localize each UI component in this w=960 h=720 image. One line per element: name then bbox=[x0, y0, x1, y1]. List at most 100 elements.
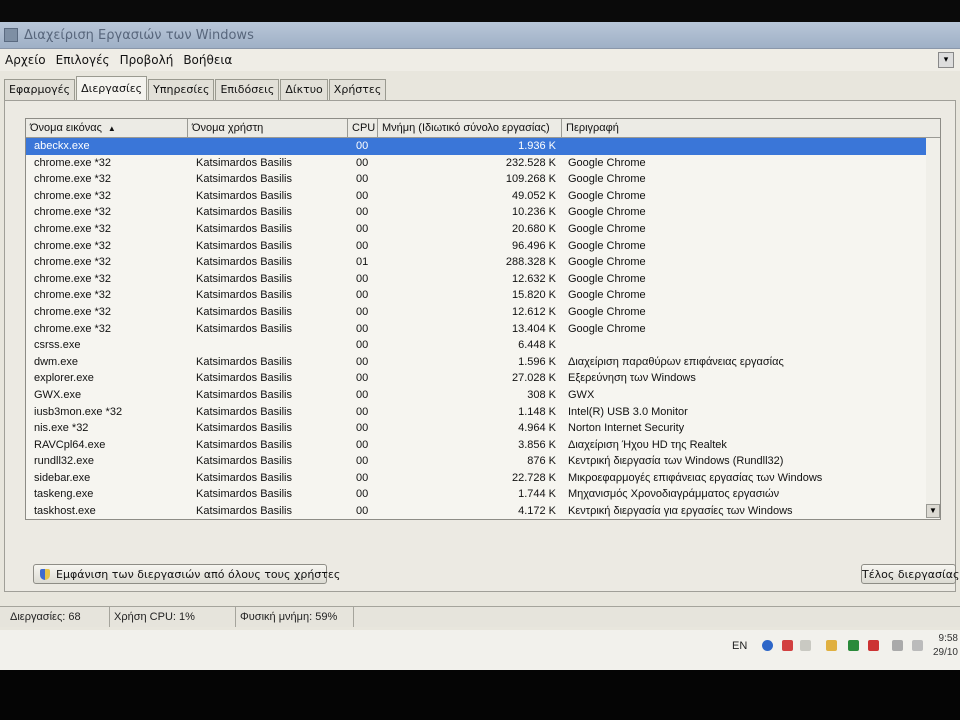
table-row[interactable]: dwm.exe Katsimardos Basilis 00 1.596 K Διαχε… bbox=[26, 354, 940, 371]
table-row[interactable]: chrome.exe *32 Katsimardos Basilis 00 232.5… bbox=[26, 155, 940, 172]
process-cpu: 00 bbox=[356, 189, 369, 202]
table-row[interactable]: chrome.exe *32 Katsimardos Basilis 00 10.23… bbox=[26, 204, 940, 221]
process-memory: 876 K bbox=[527, 455, 556, 468]
process-user: Katsimardos Basilis bbox=[196, 388, 292, 401]
process-description: Κεντρική διεργασία για εργασίες των Wind… bbox=[568, 505, 793, 518]
process-name: abeckx.exe bbox=[34, 140, 90, 152]
language-indicator[interactable]: EN bbox=[732, 640, 747, 652]
table-row[interactable]: chrome.exe *32 Katsimardos Basilis 00 15.82… bbox=[26, 287, 940, 304]
title-bar[interactable]: Διαχείριση Εργασιών των Windows bbox=[0, 22, 960, 49]
process-list[interactable]: Όνομα εικόνας ▲ Όνομα χρήστη CPU Μνήμη (Ι… bbox=[25, 118, 941, 520]
table-row[interactable]: chrome.exe *32 Katsimardos Basilis 00 20.68… bbox=[26, 221, 940, 238]
process-description: Διαχείριση Ήχου HD της Realtek bbox=[568, 438, 727, 451]
clock[interactable]: 9:58 29/10 bbox=[933, 632, 958, 660]
speaker-realtek-icon[interactable] bbox=[868, 640, 879, 651]
process-name: chrome.exe *32 bbox=[34, 289, 112, 302]
process-cpu: 00 bbox=[356, 355, 369, 368]
table-row[interactable]: chrome.exe *32 Katsimardos Basilis 00 12.61… bbox=[26, 304, 940, 321]
bezel bbox=[0, 670, 960, 720]
process-cpu: 00 bbox=[356, 471, 369, 484]
process-name: chrome.exe *32 bbox=[34, 239, 112, 252]
process-memory: 49.052 K bbox=[511, 189, 556, 202]
table-row[interactable]: GWX.exe Katsimardos Basilis 00 308 K GWX bbox=[26, 387, 940, 404]
process-description: GWX bbox=[568, 388, 595, 401]
menu-bar: Αρχείο Επιλογές Προβολή Βοήθεια bbox=[0, 49, 960, 71]
process-name: RAVCpl64.exe bbox=[34, 438, 106, 451]
process-user: Katsimardos Basilis bbox=[196, 455, 292, 468]
task-manager-icon bbox=[4, 28, 18, 42]
process-cpu: 00 bbox=[356, 206, 369, 219]
table-row[interactable]: sidebar.exe Katsimardos Basilis 00 22.728 K… bbox=[26, 470, 940, 487]
process-cpu: 00 bbox=[356, 405, 369, 418]
vertical-scrollbar[interactable]: ▼ bbox=[926, 138, 940, 518]
table-row[interactable]: nis.exe *32 Katsimardos Basilis 00 4.964 K N… bbox=[26, 420, 940, 437]
process-memory: 13.404 K bbox=[511, 322, 556, 335]
scroll-down-arrow-icon[interactable]: ▼ bbox=[926, 504, 940, 518]
menu-options[interactable]: Επιλογές bbox=[51, 53, 115, 67]
table-row[interactable]: csrss.exe 00 6.448 K bbox=[26, 337, 940, 354]
process-memory: 1.148 K bbox=[518, 405, 556, 418]
tab-services[interactable]: Υπηρεσίες bbox=[148, 79, 215, 100]
process-name: chrome.exe *32 bbox=[34, 206, 112, 219]
process-cpu: 00 bbox=[356, 322, 369, 335]
table-row[interactable]: explorer.exe Katsimardos Basilis 00 27.028 … bbox=[26, 370, 940, 387]
column-description[interactable]: Περιγραφή bbox=[562, 119, 940, 137]
tab-processes[interactable]: Διεργασίες bbox=[76, 76, 148, 101]
table-row[interactable]: chrome.exe *32 Katsimardos Basilis 00 49.05… bbox=[26, 188, 940, 205]
process-name: chrome.exe *32 bbox=[34, 189, 112, 202]
status-processes: Διεργασίες: 68 bbox=[6, 607, 110, 627]
table-row[interactable]: rundll32.exe Katsimardos Basilis 00 876 K Κε… bbox=[26, 453, 940, 470]
action-center-icon[interactable] bbox=[826, 640, 837, 651]
volume-icon[interactable] bbox=[912, 640, 923, 651]
process-memory: 1.596 K bbox=[518, 355, 556, 368]
process-description: Intel(R) USB 3.0 Monitor bbox=[568, 405, 688, 418]
table-row[interactable]: abeckx.exe 00 1.936 K bbox=[26, 138, 940, 155]
table-row[interactable]: chrome.exe *32 Katsimardos Basilis 00 96.49… bbox=[26, 238, 940, 255]
column-image-name[interactable]: Όνομα εικόνας ▲ bbox=[26, 119, 188, 137]
process-memory: 12.632 K bbox=[511, 272, 556, 285]
process-user: Katsimardos Basilis bbox=[196, 156, 292, 169]
process-user: Katsimardos Basilis bbox=[196, 305, 292, 318]
process-description: Google Chrome bbox=[568, 322, 646, 335]
end-process-button[interactable]: Τέλος διεργασίας bbox=[861, 564, 959, 584]
bluetooth-icon[interactable] bbox=[762, 640, 773, 651]
column-cpu[interactable]: CPU bbox=[348, 119, 378, 137]
column-memory[interactable]: Μνήμη (Ιδιωτικό σύνολο εργασίας) bbox=[378, 119, 562, 137]
tab-users[interactable]: Χρήστες bbox=[328, 79, 387, 100]
usb-icon[interactable] bbox=[800, 640, 811, 651]
table-row[interactable]: chrome.exe *32 Katsimardos Basilis 01 288.3… bbox=[26, 254, 940, 271]
menu-view[interactable]: Προβολή bbox=[115, 53, 179, 67]
process-cpu: 00 bbox=[356, 372, 369, 385]
tab-networking[interactable]: Δίκτυο bbox=[280, 79, 328, 100]
network-icon[interactable] bbox=[892, 640, 903, 651]
menu-help[interactable]: Βοήθεια bbox=[178, 53, 237, 67]
tab-performance[interactable]: Επιδόσεις bbox=[215, 79, 280, 100]
table-row[interactable]: chrome.exe *32 Katsimardos Basilis 00 13.40… bbox=[26, 321, 940, 338]
process-memory: 15.820 K bbox=[511, 289, 556, 302]
table-row[interactable]: iusb3mon.exe *32 Katsimardos Basilis 00 1.1… bbox=[26, 404, 940, 421]
process-cpu: 00 bbox=[356, 438, 369, 451]
table-row[interactable]: chrome.exe *32 Katsimardos Basilis 00 109.2… bbox=[26, 171, 940, 188]
show-all-users-button[interactable]: Εμφάνιση των διεργασιών από όλους τους χ… bbox=[33, 564, 340, 584]
norton-icon[interactable] bbox=[782, 640, 793, 651]
column-user-name[interactable]: Όνομα χρήστη bbox=[188, 119, 348, 137]
process-name: taskeng.exe bbox=[34, 488, 94, 501]
table-row[interactable]: taskhost.exe Katsimardos Basilis 00 4.172 K… bbox=[26, 503, 940, 519]
menu-file[interactable]: Αρχείο bbox=[0, 53, 51, 67]
process-user: Katsimardos Basilis bbox=[196, 256, 292, 269]
process-description: Διαχείριση παραθύρων επιφάνειας εργασίας bbox=[568, 355, 784, 368]
process-description bbox=[568, 138, 938, 154]
process-user: Katsimardos Basilis bbox=[196, 405, 292, 418]
table-row[interactable]: taskeng.exe Katsimardos Basilis 00 1.744 K Μ… bbox=[26, 486, 940, 503]
process-description: Norton Internet Security bbox=[568, 422, 685, 435]
tab-applications[interactable]: Εφαρμογές bbox=[4, 79, 76, 100]
process-memory: 308 K bbox=[527, 388, 556, 401]
list-header: Όνομα εικόνας ▲ Όνομα χρήστη CPU Μνήμη (Ι… bbox=[26, 119, 940, 138]
process-memory: 6.448 K bbox=[518, 339, 556, 352]
table-row[interactable]: RAVCpl64.exe Katsimardos Basilis 00 3.856 K… bbox=[26, 437, 940, 454]
window-title: Διαχείριση Εργασιών των Windows bbox=[24, 27, 254, 43]
minimize-button[interactable]: ▾ bbox=[938, 52, 954, 68]
process-cpu: 01 bbox=[356, 256, 369, 269]
table-row[interactable]: chrome.exe *32 Katsimardos Basilis 00 12.63… bbox=[26, 271, 940, 288]
green-tray-icon[interactable] bbox=[848, 640, 859, 651]
